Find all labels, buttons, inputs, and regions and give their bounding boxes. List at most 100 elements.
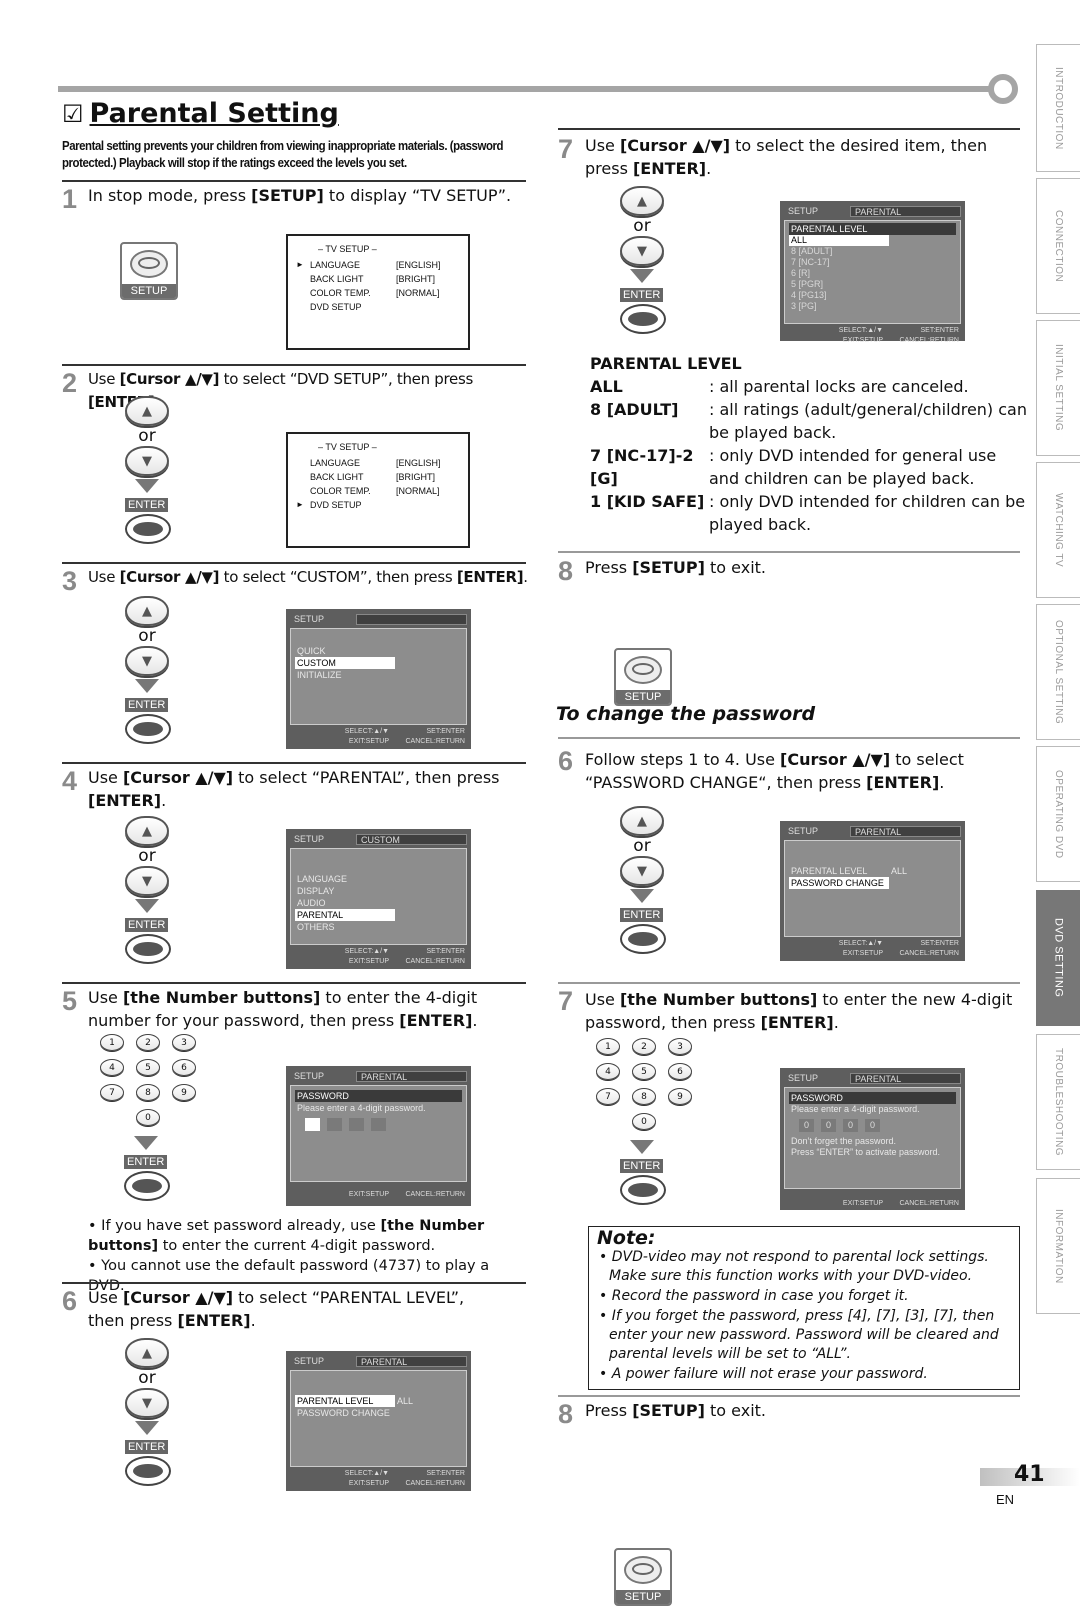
number-button[interactable]: 6 [172, 1059, 196, 1076]
bullet-list: • If you have set password already, use … [88, 1216, 528, 1296]
cursor-enter-buttons: ▲ or ▼ ENTER [620, 186, 666, 334]
page-number: 41 [1014, 1462, 1045, 1487]
setup-button[interactable]: SETUP [120, 242, 178, 300]
pointer-icon: ► [296, 260, 304, 269]
number-button[interactable]: 1 [100, 1034, 124, 1051]
enter-button[interactable] [125, 514, 171, 544]
enter-label: ENTER [125, 698, 169, 712]
number-button[interactable]: 8 [632, 1088, 656, 1105]
divider [62, 364, 526, 366]
enter-button[interactable] [620, 304, 666, 334]
side-tab-optional-setting[interactable]: OPTIONAL SETTING [1036, 604, 1080, 740]
number-button[interactable]: 2 [632, 1038, 656, 1055]
osd-item: AUDIO [297, 898, 326, 908]
step-1-text: In stop mode, press [SETUP] to display “… [88, 186, 512, 205]
enter-button[interactable] [620, 924, 666, 954]
osd-item-selected: PARENTAL [295, 909, 395, 921]
osd-setup-screen: SETUP QUICK CUSTOM INITIALIZE SELECT:▲/▼… [286, 609, 471, 749]
side-tab-troubleshooting[interactable]: TROUBLESHOOTING [1036, 1034, 1080, 1170]
number-button[interactable]: 6 [668, 1063, 692, 1080]
number-button[interactable]: 3 [668, 1038, 692, 1055]
cursor-up-button[interactable]: ▲ [620, 806, 664, 836]
change-step-8-text: Press [SETUP] to exit. [585, 1401, 766, 1420]
side-tab-operating-dvd[interactable]: OPERATING DVD [1036, 746, 1080, 882]
osd-item: 4 [PG13] [791, 290, 827, 300]
arrow-down-icon [135, 679, 159, 693]
setup-button[interactable]: SETUP [614, 648, 672, 706]
enter-button[interactable] [125, 1456, 171, 1486]
enter-button[interactable] [124, 1171, 170, 1201]
osd-item-selected: ALL [789, 235, 889, 246]
step-number: 5 [62, 986, 78, 1016]
section-heading: To change the password [556, 703, 816, 725]
number-button[interactable]: 8 [136, 1084, 160, 1101]
cursor-down-button[interactable]: ▼ [620, 856, 664, 886]
number-button[interactable]: 3 [172, 1034, 196, 1051]
step-7-text: Use [Cursor ▲/▼] to select the desired i… [585, 136, 988, 178]
divider [62, 180, 526, 182]
enter-label: ENTER [620, 1159, 664, 1173]
number-button[interactable]: 7 [596, 1088, 620, 1105]
cursor-down-button[interactable]: ▼ [620, 236, 664, 266]
parental-level-legend: PARENTAL LEVEL ALL: all parental locks a… [590, 354, 1027, 534]
number-button[interactable]: 9 [668, 1088, 692, 1105]
cursor-up-button[interactable]: ▲ [125, 816, 169, 846]
cursor-up-button[interactable]: ▲ [125, 396, 169, 426]
step-number: 8 [558, 556, 574, 586]
number-button[interactable]: 4 [596, 1063, 620, 1080]
cursor-down-button[interactable]: ▼ [125, 1388, 169, 1418]
side-tab-dvd-setting[interactable]: DVD SETTING [1036, 890, 1080, 1026]
enter-label: ENTER [125, 498, 169, 512]
enter-label: ENTER [125, 918, 169, 932]
step-number: 1 [62, 184, 78, 214]
number-button[interactable]: 1 [596, 1038, 620, 1055]
number-button[interactable]: 0 [136, 1109, 160, 1126]
side-tab-introduction[interactable]: INTRODUCTION [1036, 44, 1080, 172]
cursor-down-button[interactable]: ▼ [125, 646, 169, 676]
osd-item: INITIALIZE [297, 670, 342, 680]
number-pad: 1 2 3 4 5 6 7 8 9 0 [596, 1038, 692, 1130]
side-tab-connection[interactable]: CONNECTION [1036, 178, 1080, 314]
or-label: or [138, 1368, 156, 1388]
osd-item: QUICK [297, 646, 326, 656]
or-label: or [138, 426, 156, 446]
side-tab-watching-tv[interactable]: WATCHING TV [1036, 462, 1080, 598]
osd-parental-menu: SETUP PARENTAL PARENTAL LEVEL ALL PASSWORD… [286, 1351, 471, 1491]
arrow-down-icon [630, 1140, 654, 1154]
page-title: ☑ Parental Setting [62, 98, 339, 129]
number-button[interactable]: 5 [136, 1059, 160, 1076]
number-button[interactable]: 0 [632, 1113, 656, 1130]
page-number-bar: 41 [980, 1462, 1080, 1487]
cursor-up-button[interactable]: ▲ [125, 1338, 169, 1368]
arrow-down-icon [630, 269, 654, 283]
side-tab-initial-setting[interactable]: INITIAL SETTING [1036, 320, 1080, 456]
cursor-up-button[interactable]: ▲ [125, 596, 169, 626]
number-button[interactable]: 2 [136, 1034, 160, 1051]
step-5-text: Use [the Number buttons] to enter the 4-… [88, 988, 478, 1030]
note-box: Note: • DVD-video may not respond to par… [588, 1226, 1020, 1390]
divider [62, 762, 526, 764]
number-button[interactable]: 9 [172, 1084, 196, 1101]
osd-item: 3 [PG] [791, 301, 817, 311]
note-item: • DVD-video may not respond to parental … [599, 1249, 989, 1284]
osd-item: LANGUAGE [297, 874, 348, 884]
setup-button[interactable]: SETUP [614, 1548, 672, 1606]
cursor-down-button[interactable]: ▼ [125, 866, 169, 896]
side-tab-information[interactable]: INFORMATION [1036, 1178, 1080, 1314]
or-label: or [138, 846, 156, 866]
tv-setup-screen-dvd: – TV SETUP – LANGUAGE [ENGLISH] BACK LIGH… [286, 432, 470, 548]
cursor-up-button[interactable]: ▲ [620, 186, 664, 216]
language-label: EN [996, 1492, 1015, 1507]
password-digits: 0000 [799, 1119, 956, 1132]
enter-label: ENTER [620, 908, 664, 922]
cursor-enter-buttons: ▲ or ▼ ENTER [125, 1338, 171, 1486]
number-button[interactable]: 4 [100, 1059, 124, 1076]
number-button[interactable]: 7 [100, 1084, 124, 1101]
enter-button[interactable] [125, 934, 171, 964]
enter-button[interactable] [620, 1175, 666, 1205]
cursor-down-button[interactable]: ▼ [125, 446, 169, 476]
osd-password-change-menu: SETUP PARENTAL PARENTAL LEVEL ALL PASSWORD… [780, 821, 965, 961]
enter-button[interactable] [125, 714, 171, 744]
arrow-down-icon [135, 1421, 159, 1435]
number-button[interactable]: 5 [632, 1063, 656, 1080]
